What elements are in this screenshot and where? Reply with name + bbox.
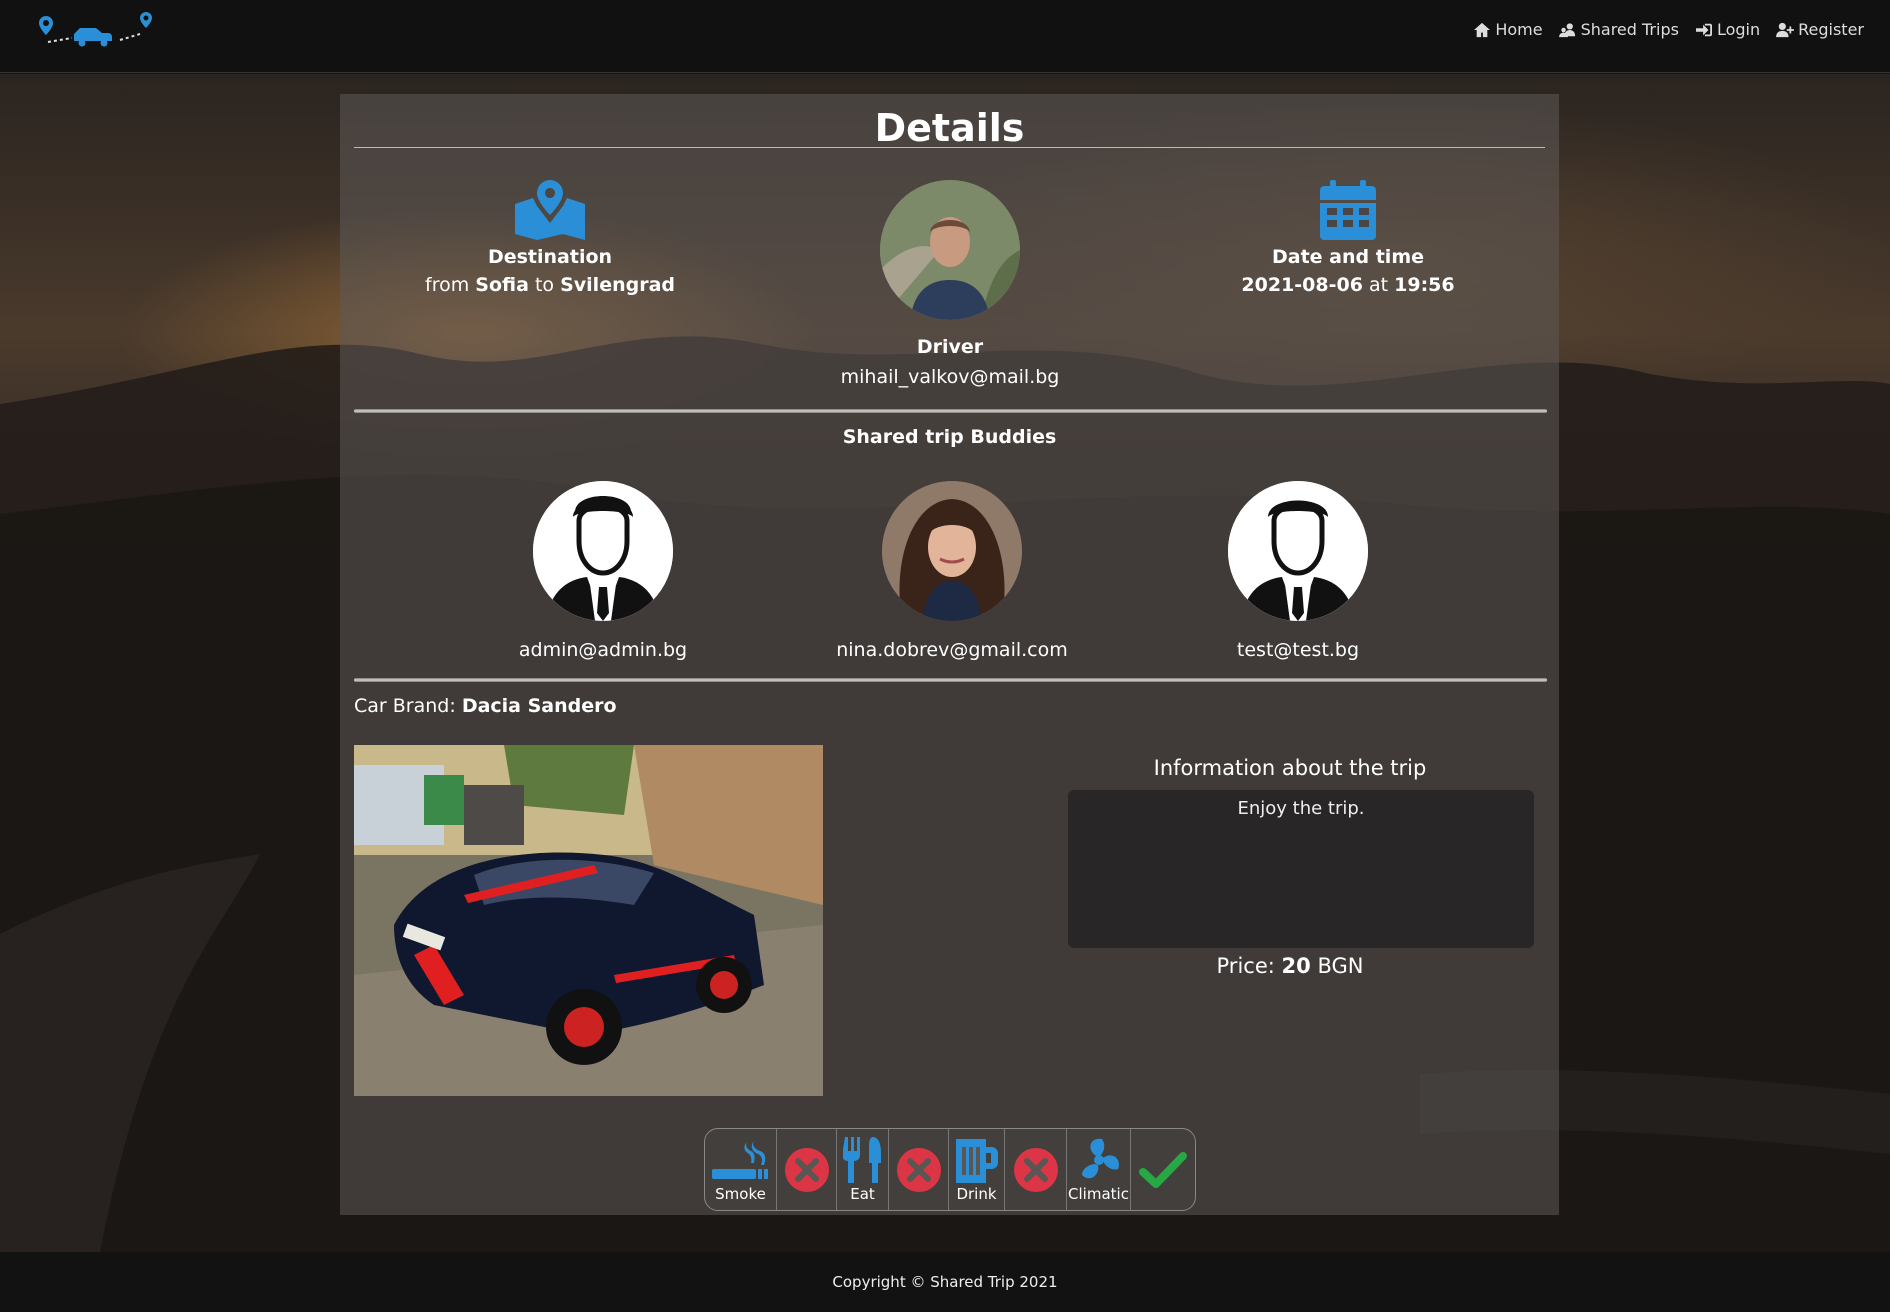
- amenity-eat-status: [889, 1129, 949, 1210]
- info-box: Enjoy the trip.: [1068, 790, 1534, 948]
- footer: Copyright © Shared Trip 2021: [0, 1252, 1890, 1312]
- destination-route: from Sofia to Svilengrad: [400, 274, 700, 296]
- beer-icon: [955, 1138, 998, 1183]
- info-title: Information about the trip: [1153, 756, 1427, 780]
- utensils-icon: [842, 1136, 881, 1183]
- fan-icon: [1081, 1138, 1119, 1178]
- buddy-avatar: [1228, 481, 1368, 621]
- amenity-smoke-status: [777, 1129, 837, 1210]
- amenities-bar: Smoke Eat Drink Climatic: [704, 1128, 1196, 1211]
- amenity-label: Climatic: [1068, 1184, 1129, 1203]
- price-label: Price:: [1216, 954, 1275, 978]
- buddy-email: admin@admin.bg: [518, 639, 688, 661]
- title-divider: [354, 147, 1545, 148]
- photo-avatar: [882, 481, 1022, 621]
- driver-email: mihail_valkov@mail.bg: [840, 366, 1060, 388]
- section-divider: [354, 409, 1547, 413]
- buddies-title: Shared trip Buddies: [842, 426, 1057, 448]
- user-plus-icon: [1776, 22, 1795, 37]
- amenity-climatic-status: [1131, 1129, 1195, 1210]
- price-currency: BGN: [1317, 954, 1364, 978]
- car-brand-value: Dacia Sandero: [461, 695, 617, 717]
- copyright-text: Copyright © Shared Trip 2021: [832, 1273, 1058, 1291]
- nav-home-link[interactable]: Home: [1473, 20, 1543, 39]
- destination-heading: Destination: [487, 246, 613, 268]
- amenity-drink: Drink: [949, 1129, 1005, 1210]
- default-avatar-icon: [533, 481, 673, 621]
- amenity-climatic: Climatic: [1067, 1129, 1131, 1210]
- at-word: at: [1368, 274, 1389, 296]
- amenity-label: Smoke: [715, 1184, 766, 1203]
- page-title: Details: [874, 106, 1025, 150]
- home-icon: [1474, 22, 1491, 37]
- close-icon: [784, 1147, 829, 1192]
- amenity-label: Eat: [850, 1184, 875, 1203]
- buddy-card: admin@admin.bg: [453, 481, 753, 661]
- check-icon: [1139, 1151, 1187, 1188]
- smoking-icon: [711, 1138, 768, 1179]
- nav-login-label: Login: [1716, 20, 1761, 39]
- car-brand-label: Car Brand:: [354, 695, 456, 717]
- nav-shared-trips-link[interactable]: Shared Trips: [1558, 20, 1679, 39]
- nav-home-label: Home: [1495, 20, 1543, 39]
- amenity-eat: Eat: [837, 1129, 889, 1210]
- price-value: 20: [1281, 954, 1311, 978]
- buddy-avatar: [533, 481, 673, 621]
- map-pin-icon: [400, 180, 700, 242]
- price: Price: 20 BGN: [1070, 954, 1510, 978]
- nav-links: Home Shared Trips Login Register: [1473, 20, 1864, 39]
- login-icon: [1695, 23, 1712, 36]
- amenity-smoke: Smoke: [705, 1129, 777, 1210]
- from-word: from: [425, 274, 470, 296]
- buddy-card: nina.dobrev@gmail.com: [802, 481, 1102, 661]
- amenity-label: Drink: [956, 1184, 997, 1203]
- close-icon: [896, 1147, 941, 1192]
- amenity-drink-status: [1005, 1129, 1067, 1210]
- navbar: Home Shared Trips Login Register: [0, 0, 1890, 73]
- logo-icon[interactable]: [34, 12, 158, 52]
- to-word: to: [534, 274, 555, 296]
- datetime-value: 2021-08-06 at 19:56: [1198, 274, 1498, 296]
- to-city: Svilengrad: [560, 274, 675, 296]
- from-city: Sofia: [475, 274, 529, 296]
- buddy-email: test@test.bg: [1236, 639, 1360, 661]
- buddy-avatar: [882, 481, 1022, 621]
- section-divider: [354, 678, 1547, 682]
- trip-time: 19:56: [1394, 274, 1455, 296]
- nav-login-link[interactable]: Login: [1695, 20, 1760, 39]
- buddy-card: test@test.bg: [1148, 481, 1448, 661]
- details-card: Details Destination from Sofia to Svilen…: [340, 94, 1559, 1215]
- buddy-email: nina.dobrev@gmail.com: [836, 639, 1068, 661]
- datetime-block: Date and time 2021-08-06 at 19:56: [1198, 180, 1498, 296]
- driver-heading: Driver: [916, 336, 984, 358]
- trip-date: 2021-08-06: [1241, 274, 1363, 296]
- users-icon: [1558, 22, 1575, 37]
- nav-shared-trips-label: Shared Trips: [1580, 20, 1679, 39]
- car-brand: Car Brand: Dacia Sandero: [354, 695, 617, 717]
- driver-avatar: [880, 180, 1020, 320]
- nav-register-link[interactable]: Register: [1776, 20, 1864, 39]
- default-avatar-icon: [1228, 481, 1368, 621]
- info-text: Enjoy the trip.: [1237, 798, 1365, 819]
- driver-block: Driver mihail_valkov@mail.bg: [800, 180, 1100, 388]
- calendar-icon: [1198, 180, 1498, 242]
- car-photo: [354, 745, 823, 1096]
- close-icon: [1013, 1147, 1058, 1192]
- datetime-heading: Date and time: [1271, 246, 1425, 268]
- destination-block: Destination from Sofia to Svilengrad: [400, 180, 700, 296]
- nav-register-label: Register: [1798, 20, 1864, 39]
